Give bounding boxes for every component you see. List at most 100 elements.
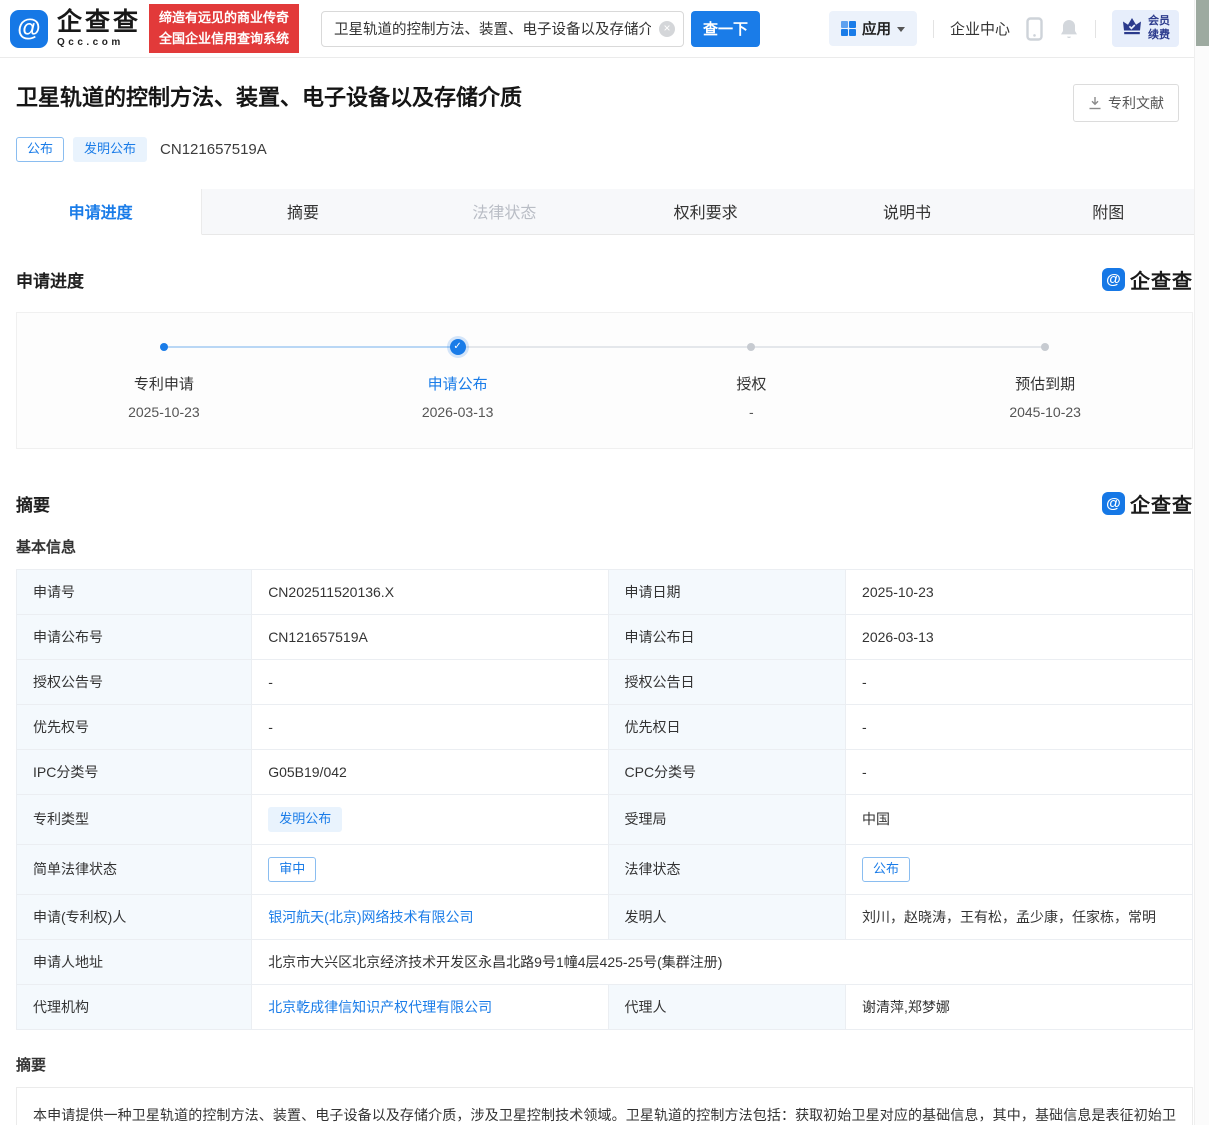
field-label: 申请(专利权)人: [15, 893, 253, 940]
table-row: 申请(专利权)人 银河航天(北京)网络技术有限公司 发明人 刘川，赵晓涛，王有松，孟少…: [15, 893, 1193, 940]
enterprise-center-link[interactable]: 企业中心: [950, 18, 1010, 39]
company-link[interactable]: 银河航天(北京)网络技术有限公司: [268, 909, 473, 925]
vip-label-line1: 会员: [1148, 14, 1170, 27]
milestone-expiry: 预估到期 2045-10-23: [898, 339, 1192, 420]
field-value: 银河航天(北京)网络技术有限公司: [251, 893, 609, 940]
basic-info-label: 基本信息: [16, 538, 77, 556]
field-value: G05B19/042: [251, 748, 609, 795]
field-value: CN121657519A: [251, 613, 609, 660]
field-label: 授权公告号: [15, 658, 253, 705]
qcc-logo-icon: [10, 9, 48, 48]
tab-figures[interactable]: 附图: [1007, 189, 1209, 235]
table-row: 代理机构 北京乾成律信知识产权代理有限公司 代理人 谢清萍,郑梦娜: [15, 983, 1193, 1030]
milestone-dot: [747, 342, 756, 351]
slogan-line1: 缔造有远见的商业传奇: [159, 10, 290, 26]
apps-menu[interactable]: 应用: [828, 11, 917, 46]
patent-type-tag: 发明公布: [73, 137, 148, 162]
abstract-text: 本申请提供一种卫星轨道的控制方法、装置、电子设备以及存储介质，涉及卫星控制技术领…: [16, 1086, 1193, 1125]
field-value: 2026-03-13: [845, 613, 1193, 660]
milestone-label: 授权: [736, 375, 767, 393]
table-row: 优先权号 - 优先权日 -: [15, 703, 1193, 750]
field-value: 北京市大兴区北京经济技术开发区永昌北路9号1幢4层425-25号(集群注册): [251, 938, 1193, 985]
search-input[interactable]: [321, 10, 685, 47]
field-label: 申请人地址: [15, 938, 253, 985]
download-icon: [1089, 97, 1101, 110]
milestone-label: 申请公布: [427, 375, 488, 393]
qcc-logo[interactable]: 企查查 Qcc.com: [10, 7, 142, 48]
milestone-application: 专利申请 2025-10-23: [17, 339, 311, 420]
qcc-watermark-icon: [1102, 491, 1125, 515]
field-value: 公布: [845, 843, 1193, 895]
field-value: 2025-10-23: [845, 568, 1193, 615]
field-label: 法律状态: [607, 843, 847, 895]
qcc-watermark-text: 企查查: [1130, 494, 1193, 517]
milestone-date: 2026-03-13: [421, 403, 494, 420]
progress-section-title: 申请进度: [16, 271, 84, 291]
search-bar: 查一下: [321, 10, 761, 47]
field-label: 申请公布号: [15, 613, 253, 660]
divider: [1095, 19, 1096, 38]
field-value: 谢清萍,郑梦娜: [845, 983, 1193, 1030]
tab-claims[interactable]: 权利要求: [604, 189, 807, 235]
table-row: 申请号 CN202511520136.X 申请日期 2025-10-23: [15, 568, 1193, 615]
milestone-dot: [1041, 342, 1050, 351]
field-label: 简单法律状态: [15, 843, 253, 895]
patent-number: CN121657519A: [160, 140, 267, 158]
qcc-watermark: 企查查: [1102, 489, 1193, 518]
field-label: 专利类型: [15, 793, 253, 845]
table-row: IPC分类号 G05B19/042 CPC分类号 -: [15, 748, 1193, 795]
patent-header: 卫星轨道的控制方法、装置、电子设备以及存储介质 专利文献: [0, 58, 1209, 122]
field-value: 发明公布: [251, 793, 609, 845]
table-row: 申请人地址 北京市大兴区北京经济技术开发区永昌北路9号1幢4层425-25号(集群…: [15, 938, 1193, 985]
milestone-date: 2025-10-23: [128, 403, 200, 420]
top-navbar: 企查查 Qcc.com 缔造有远见的商业传奇 全国企业信用查询系统 查一下 应用…: [0, 0, 1209, 58]
qcc-watermark: 企查查: [1102, 265, 1193, 294]
clear-icon[interactable]: [659, 20, 676, 37]
milestone-date: -: [749, 403, 754, 420]
table-row: 专利类型 发明公布 受理局 中国: [15, 793, 1193, 845]
scrollbar: [1194, 0, 1209, 1125]
field-label: 受理局: [607, 793, 847, 845]
company-link[interactable]: 北京乾成律信知识产权代理有限公司: [268, 999, 492, 1015]
tab-abstract[interactable]: 摘要: [202, 189, 404, 235]
field-value: 北京乾成律信知识产权代理有限公司: [251, 983, 609, 1030]
vip-label-line2: 续费: [1148, 28, 1170, 41]
field-label: CPC分类号: [607, 748, 847, 795]
field-value: -: [845, 658, 1193, 705]
milestone-check-icon: [449, 338, 466, 355]
abstract-label: 摘要: [16, 1056, 47, 1074]
tab-description[interactable]: 说明书: [806, 189, 1008, 235]
field-label: 申请日期: [607, 568, 847, 615]
tab-application-progress[interactable]: 申请进度: [0, 188, 203, 235]
brand-name: 企查查: [57, 7, 142, 36]
publish-status-tag: 公布: [16, 137, 65, 162]
milestone-dot: [159, 342, 168, 351]
table-row: 授权公告号 - 授权公告日 -: [15, 658, 1193, 705]
bell-icon[interactable]: [1059, 18, 1079, 40]
slogan-line2: 全国企业信用查询系统: [159, 30, 290, 46]
field-label: 授权公告日: [607, 658, 847, 705]
patent-doc-button[interactable]: 专利文献: [1073, 84, 1179, 122]
divider: [932, 19, 934, 38]
search-button[interactable]: 查一下: [691, 10, 761, 47]
patent-tags-row: 公布 发明公布 CN121657519A: [0, 122, 1209, 162]
phone-icon[interactable]: [1026, 16, 1043, 41]
status-tag: 审中: [268, 856, 317, 882]
summary-section-title: 摘要: [16, 495, 50, 515]
status-tag: 公布: [862, 856, 911, 882]
progress-section: 申请进度 企查查 专利申请 2025-10-23 申请公布 2026-03-13: [0, 235, 1209, 449]
field-label: 申请公布日: [607, 613, 847, 660]
status-tag: 发明公布: [268, 806, 343, 832]
field-label: 优先权日: [607, 703, 847, 750]
tab-legal-status[interactable]: 法律状态: [403, 189, 605, 235]
field-label: 申请号: [15, 568, 253, 615]
patent-title: 卫星轨道的控制方法、装置、电子设备以及存储介质: [16, 85, 523, 110]
scrollbar-thumb[interactable]: [1196, 0, 1209, 46]
doc-button-label: 专利文献: [1108, 95, 1164, 111]
caret-down-icon: [896, 27, 905, 32]
brand-domain: Qcc.com: [57, 36, 124, 48]
milestone-grant: 授权 -: [605, 339, 899, 420]
apps-label: 应用: [861, 22, 891, 38]
milestone-date: 2045-10-23: [1009, 403, 1081, 420]
vip-renew-button[interactable]: 会员 续费: [1112, 9, 1179, 48]
